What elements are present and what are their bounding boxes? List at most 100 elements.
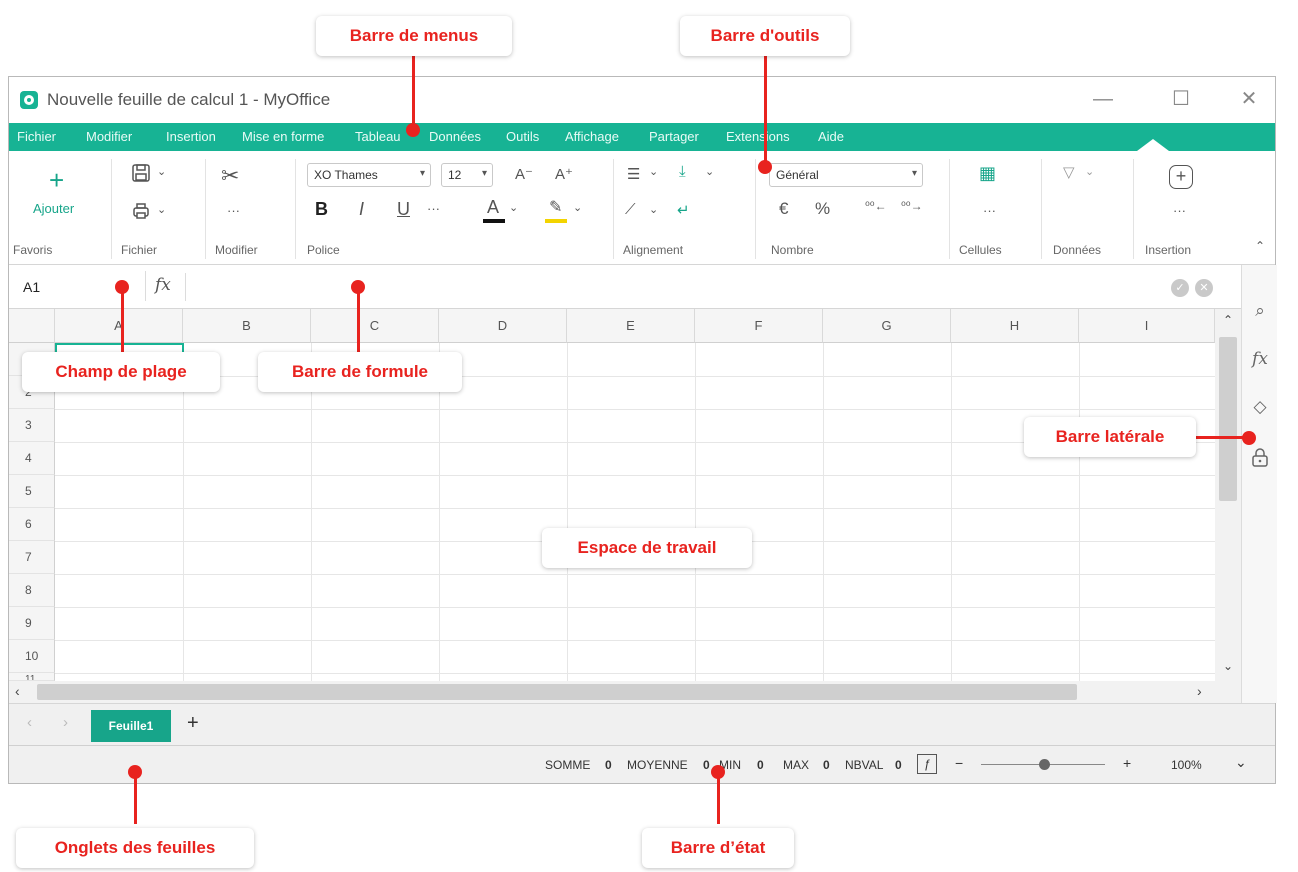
menu-aide[interactable]: Aide xyxy=(818,129,844,144)
highlight-pen-icon[interactable]: ✎ xyxy=(549,197,562,217)
column-header[interactable]: I xyxy=(1079,309,1215,343)
vertical-scroll-thumb[interactable] xyxy=(1219,337,1237,501)
menu-partager[interactable]: Partager xyxy=(649,129,699,144)
align-bottom-icon[interactable]: ⤓ xyxy=(679,163,686,180)
menu-insertion[interactable]: Insertion xyxy=(166,129,216,144)
row-header[interactable]: 10 xyxy=(9,640,55,673)
column-header[interactable]: C xyxy=(311,309,439,343)
functions-icon[interactable]: fx xyxy=(1248,347,1272,371)
chevron-down-icon[interactable]: ⌄ xyxy=(509,201,518,214)
scroll-right-icon[interactable]: › xyxy=(1197,683,1202,699)
align-left-icon[interactable]: ☰ xyxy=(627,165,640,183)
chevron-down-icon[interactable]: ⌄ xyxy=(157,165,166,178)
italic-button[interactable]: I xyxy=(359,199,364,220)
more-modifier-button[interactable]: ··· xyxy=(227,203,240,218)
font-size-select[interactable]: 12 ▾ xyxy=(441,163,493,187)
print-icon[interactable] xyxy=(131,201,151,225)
menu-tableau[interactable]: Tableau xyxy=(355,129,401,144)
zoom-in-button[interactable]: + xyxy=(1123,755,1131,771)
close-button[interactable]: ✕ xyxy=(1237,87,1261,111)
chevron-down-icon[interactable]: ⌄ xyxy=(157,203,166,216)
currency-button[interactable]: € xyxy=(779,199,788,219)
column-header[interactable]: A xyxy=(55,309,183,343)
column-header[interactable]: D xyxy=(439,309,567,343)
menu-extensions[interactable]: Extensions xyxy=(726,129,790,144)
row-header[interactable]: 4 xyxy=(9,442,55,475)
font-color-button[interactable]: A xyxy=(487,197,499,218)
row-header[interactable]: 3 xyxy=(9,409,55,442)
collapse-ribbon-icon[interactable]: ⌃ xyxy=(1255,239,1265,253)
percent-button[interactable]: % xyxy=(815,199,830,219)
select-all-corner[interactable] xyxy=(9,309,55,343)
text-rotate-icon[interactable]: ⟋ xyxy=(625,201,636,218)
insert-plus-icon[interactable]: + xyxy=(1169,165,1193,189)
row-header[interactable]: 9 xyxy=(9,607,55,640)
column-header[interactable]: H xyxy=(951,309,1079,343)
menu-outils[interactable]: Outils xyxy=(506,129,539,144)
zoom-slider-thumb[interactable] xyxy=(1039,759,1050,770)
zoom-level[interactable]: 100% xyxy=(1171,758,1202,772)
search-icon[interactable]: ⌕ xyxy=(1248,299,1272,323)
chevron-down-icon[interactable]: ⌄ xyxy=(649,165,658,178)
increase-font-button[interactable]: A⁺ xyxy=(555,165,573,183)
menu-fichier[interactable]: Fichier xyxy=(17,129,56,144)
fx-icon[interactable]: fx xyxy=(155,275,171,295)
chevron-down-icon[interactable]: ⌄ xyxy=(1235,754,1247,771)
menu-mise-en-forme[interactable]: Mise en forme xyxy=(242,129,324,144)
column-header[interactable]: F xyxy=(695,309,823,343)
row-header[interactable]: 7 xyxy=(9,541,55,574)
add-sheet-button[interactable]: + xyxy=(187,712,199,735)
more-police-button[interactable]: ··· xyxy=(427,201,440,216)
increase-decimal-icon[interactable]: ⁰⁰→ xyxy=(901,199,923,213)
save-icon[interactable] xyxy=(131,163,151,187)
column-header[interactable]: G xyxy=(823,309,951,343)
chevron-down-icon[interactable]: ⌄ xyxy=(1085,165,1094,178)
formula-input[interactable] xyxy=(189,271,1149,303)
chevron-down-icon[interactable]: ⌄ xyxy=(573,201,582,214)
scroll-left-icon[interactable]: ‹ xyxy=(15,683,20,699)
wrap-text-icon[interactable]: ↵ xyxy=(677,201,690,219)
minimize-button[interactable]: — xyxy=(1091,87,1115,111)
horizontal-scrollbar[interactable]: ‹ › xyxy=(9,681,1241,703)
number-format-select[interactable]: Général ▾ xyxy=(769,163,923,187)
sheet-tab-feuille1[interactable]: Feuille1 xyxy=(91,710,171,742)
range-field[interactable]: A1 xyxy=(23,279,40,295)
confirm-icon[interactable]: ✓ xyxy=(1171,279,1189,297)
cut-icon[interactable]: ✂ xyxy=(221,163,239,189)
formula-toggle-icon[interactable]: ƒ xyxy=(917,754,937,774)
row-header[interactable]: 11 xyxy=(9,673,55,681)
bold-button[interactable]: B xyxy=(315,199,328,220)
row-header[interactable]: 8 xyxy=(9,574,55,607)
decrease-font-button[interactable]: A⁻ xyxy=(515,165,533,183)
menu-modifier[interactable]: Modifier xyxy=(86,129,132,144)
scroll-up-icon[interactable]: ⌃ xyxy=(1223,313,1233,327)
menu-affichage[interactable]: Affichage xyxy=(565,129,619,144)
vertical-scrollbar[interactable]: ⌃ ⌄ xyxy=(1215,309,1241,681)
decrease-decimal-icon[interactable]: ⁰⁰← xyxy=(865,199,887,213)
add-favorite-button[interactable]: Ajouter xyxy=(33,201,74,216)
column-header[interactable]: E xyxy=(567,309,695,343)
maximize-button[interactable]: ☐ xyxy=(1169,87,1193,111)
more-insertion-button[interactable]: ··· xyxy=(1173,203,1186,218)
menu-donnees[interactable]: Données xyxy=(429,129,481,144)
row-header[interactable]: 5 xyxy=(9,475,55,508)
lock-icon[interactable] xyxy=(1248,447,1272,471)
cells-grid-icon[interactable]: ▦ xyxy=(979,163,996,184)
tag-icon[interactable]: ◇ xyxy=(1248,395,1272,419)
prev-sheet-icon[interactable]: ‹ xyxy=(27,714,32,731)
column-header[interactable]: B xyxy=(183,309,311,343)
font-family-select[interactable]: XO Thames ▾ xyxy=(307,163,431,187)
cancel-icon[interactable]: ✕ xyxy=(1195,279,1213,297)
next-sheet-icon[interactable]: › xyxy=(63,714,68,731)
chevron-down-icon[interactable]: ⌄ xyxy=(705,165,714,178)
horizontal-scroll-thumb[interactable] xyxy=(37,684,1077,700)
filter-icon[interactable]: ▽ xyxy=(1063,163,1075,181)
more-cells-button[interactable]: ··· xyxy=(983,203,996,218)
scroll-down-icon[interactable]: ⌄ xyxy=(1223,659,1233,673)
zoom-out-button[interactable]: − xyxy=(955,755,963,771)
chevron-down-icon: ▾ xyxy=(911,168,917,179)
underline-button[interactable]: U xyxy=(397,199,410,220)
add-icon[interactable]: + xyxy=(49,165,64,196)
row-header[interactable]: 6 xyxy=(9,508,55,541)
chevron-down-icon[interactable]: ⌄ xyxy=(649,203,658,216)
